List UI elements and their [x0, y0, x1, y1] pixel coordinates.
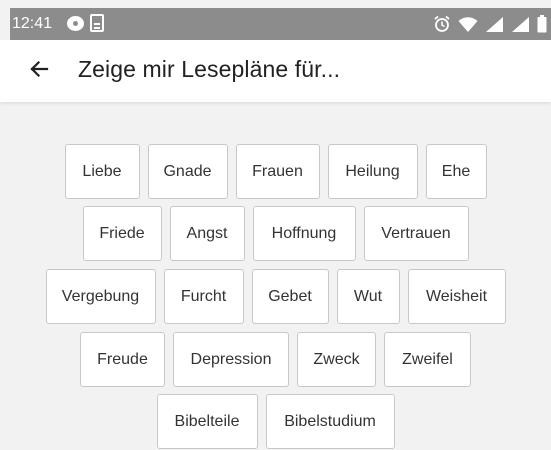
topic-button[interactable]: Depression — [173, 332, 289, 387]
topic-button[interactable]: Furcht — [163, 269, 244, 324]
topic-button[interactable]: Gnade — [147, 144, 228, 199]
back-button[interactable] — [24, 56, 54, 86]
battery-icon — [537, 15, 547, 33]
page-title: Zeige mir Lesepläne für... — [78, 56, 341, 82]
status-icons — [433, 13, 547, 35]
topic-list: Liebe Gnade Frauen Heilung Ehe Friede An… — [0, 102, 551, 450]
wifi-icon — [458, 16, 478, 33]
topic-button[interactable]: Frauen — [235, 144, 320, 199]
topic-button[interactable]: Gebet — [251, 269, 329, 324]
topic-row: Vergebung Furcht Gebet Wut Weisheit — [0, 269, 551, 324]
topic-button[interactable]: Heilung — [327, 144, 418, 199]
topic-button[interactable]: Angst — [169, 206, 245, 261]
topic-button[interactable]: Zweifel — [384, 332, 471, 387]
signal-icon — [485, 16, 504, 33]
app-bar: Zeige mir Lesepläne für... — [0, 40, 551, 102]
topic-row: Friede Angst Hoffnung Vertrauen — [0, 206, 551, 261]
topic-button[interactable]: Zweck — [297, 332, 376, 387]
topic-button[interactable]: Bibelstudium — [265, 394, 395, 449]
topic-button[interactable]: Liebe — [64, 144, 140, 199]
message-icon — [67, 16, 84, 31]
topic-button[interactable]: Weisheit — [407, 269, 506, 324]
status-time: 12:41 — [12, 15, 53, 32]
status-bar: 12:41 — [10, 8, 551, 40]
topic-button[interactable]: Ehe — [425, 144, 487, 199]
arrow-left-icon — [29, 59, 49, 84]
topic-row: Bibelteile Bibelstudium — [0, 394, 551, 449]
topic-button[interactable]: Vergebung — [45, 269, 156, 324]
topic-button[interactable]: Vertrauen — [363, 206, 469, 261]
topic-button[interactable]: Bibelteile — [156, 394, 258, 449]
topic-row: Liebe Gnade Frauen Heilung Ehe — [0, 144, 551, 199]
topic-row: Freude Depression Zweck Zweifel — [0, 332, 551, 387]
alarm-icon — [433, 15, 451, 33]
signal-icon — [511, 16, 530, 33]
topic-button[interactable]: Freude — [80, 332, 165, 387]
topic-button[interactable]: Hoffnung — [252, 206, 356, 261]
topic-button[interactable]: Friede — [82, 206, 162, 261]
document-icon — [90, 14, 104, 32]
topic-button[interactable]: Wut — [336, 269, 400, 324]
